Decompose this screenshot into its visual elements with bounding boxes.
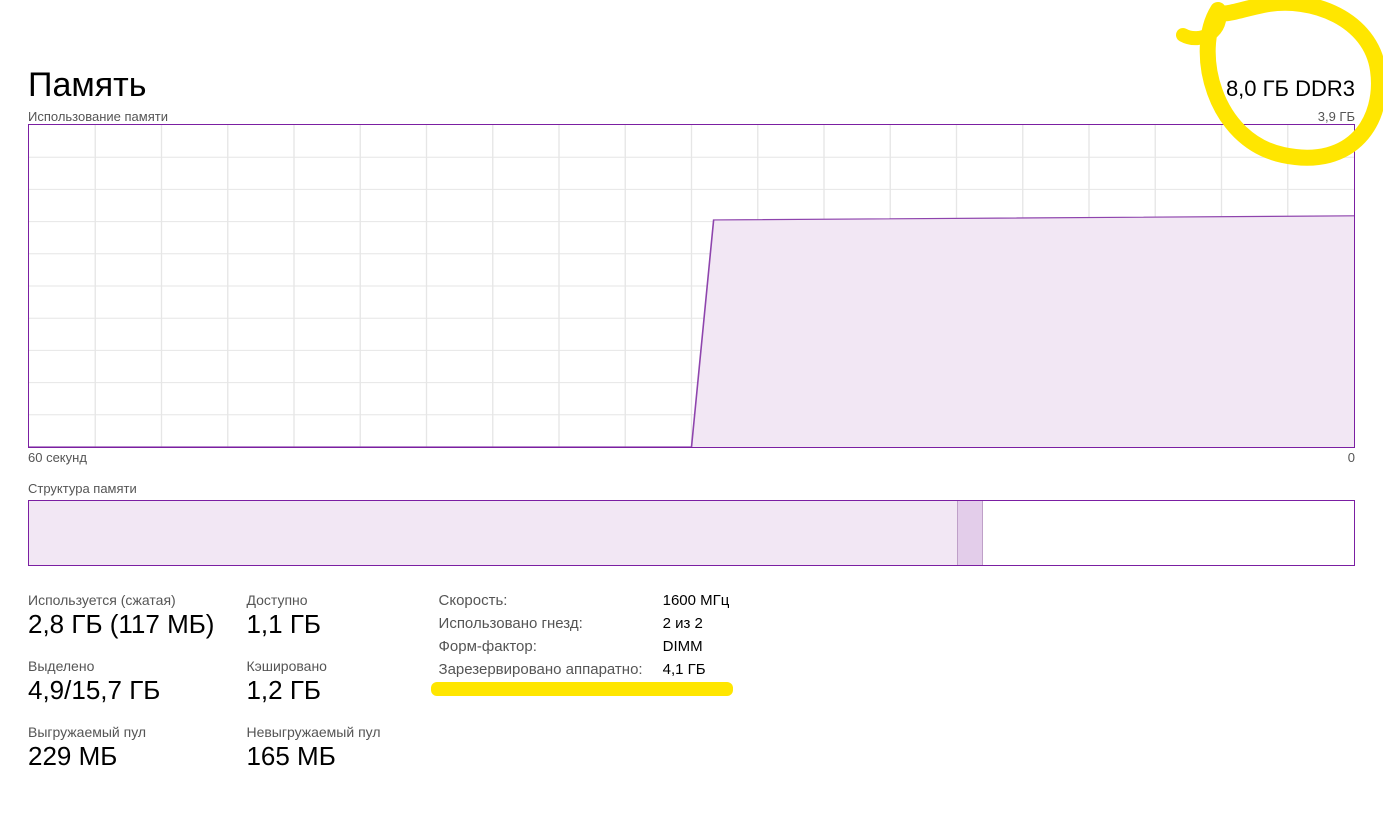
stat-value: 4,9/15,7 ГБ (28, 676, 214, 706)
spec-value: 2 из 2 (663, 615, 730, 632)
stat-block: Кэшировано 1,2 ГБ (246, 658, 380, 706)
chart-x-left-label: 60 секунд (28, 450, 87, 465)
stat-label: Выделено (28, 658, 214, 674)
memory-composition-label: Структура памяти (28, 481, 1355, 496)
spec-key: Форм-фактор: (439, 638, 643, 655)
memory-usage-chart[interactable] (28, 124, 1355, 448)
stat-value: 165 МБ (246, 742, 380, 772)
stat-value: 1,2 ГБ (246, 676, 380, 706)
stat-label: Доступно (246, 592, 380, 608)
stat-block: Невыгружаемый пул 165 МБ (246, 724, 380, 772)
spec-value: 1600 МГц (663, 592, 730, 609)
spec-value: 4,1 ГБ (663, 661, 730, 678)
stat-value: 229 МБ (28, 742, 214, 772)
stat-block: Выделено 4,9/15,7 ГБ (28, 658, 214, 706)
stat-label: Выгружаемый пул (28, 724, 214, 740)
composition-segment-free (983, 501, 1354, 565)
total-memory-label: 8,0 ГБ DDR3 (1226, 76, 1355, 102)
composition-segment-modified (957, 501, 984, 565)
stat-value: 2,8 ГБ (117 МБ) (28, 610, 214, 640)
stat-block: Доступно 1,1 ГБ (246, 592, 380, 640)
stats-left-group: Используется (сжатая) 2,8 ГБ (117 МБ) Дост… (28, 592, 381, 772)
page-title: Память (28, 66, 146, 105)
spec-value: DIMM (663, 638, 730, 655)
stats-right-group: Скорость: 1600 МГц Использовано гнезд: 2 из… (439, 592, 730, 772)
stat-block: Выгружаемый пул 229 МБ (28, 724, 214, 772)
memory-composition-bar[interactable] (28, 500, 1355, 566)
spec-key: Зарезервировано аппаратно: (439, 661, 643, 678)
annotation-highlight (431, 682, 733, 696)
chart-yscale-label: 3,9 ГБ (1318, 109, 1355, 124)
chart-title-label: Использование памяти (28, 109, 168, 124)
chart-x-right-label: 0 (1348, 450, 1355, 465)
stat-label: Используется (сжатая) (28, 592, 214, 608)
stat-block: Используется (сжатая) 2,8 ГБ (117 МБ) (28, 592, 214, 640)
composition-segment-used (29, 501, 957, 565)
stat-label: Кэшировано (246, 658, 380, 674)
stat-label: Невыгружаемый пул (246, 724, 380, 740)
spec-key: Скорость: (439, 592, 643, 609)
spec-key: Использовано гнезд: (439, 615, 643, 632)
stat-value: 1,1 ГБ (246, 610, 380, 640)
